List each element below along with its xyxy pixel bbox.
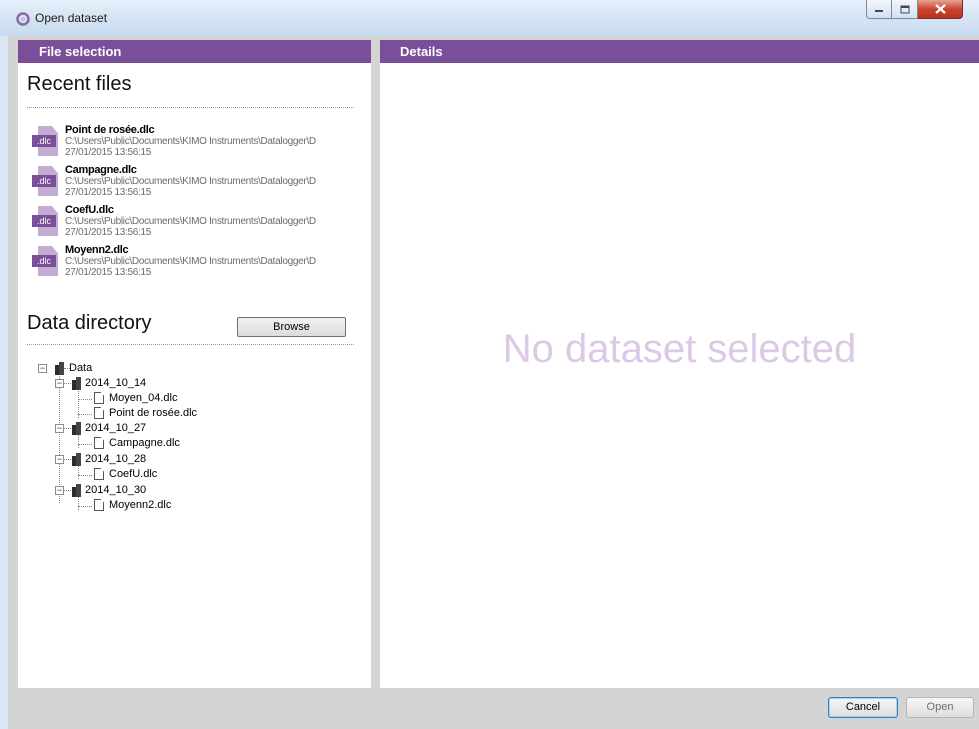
title-bar[interactable]: Open dataset bbox=[0, 0, 979, 36]
recent-file-path: C:\Users\Public\Documents\KIMO Instrumen… bbox=[65, 136, 316, 147]
file-selection-panel: File selection Recent files .dlc Point d… bbox=[18, 40, 371, 688]
close-icon bbox=[934, 4, 946, 14]
open-dataset-window: Open dataset File selection Recent files… bbox=[0, 0, 979, 729]
recent-files-divider bbox=[27, 107, 354, 108]
maximize-icon bbox=[900, 5, 909, 13]
collapse-icon[interactable]: − bbox=[38, 364, 47, 373]
recent-file-item[interactable]: .dlc CoefU.dlc C:\Users\Public\Documents… bbox=[32, 204, 362, 244]
maximize-button[interactable] bbox=[892, 0, 918, 19]
recent-file-name: Campagne.dlc bbox=[65, 164, 137, 176]
dlc-file-icon: .dlc bbox=[32, 246, 58, 276]
recent-files-title: Recent files bbox=[27, 73, 132, 95]
tree-node-file[interactable]: Campagne.dlc bbox=[78, 437, 238, 451]
tree-node-label: 2014_10_28 bbox=[85, 453, 147, 465]
recent-file-path: C:\Users\Public\Documents\KIMO Instrumen… bbox=[65, 216, 316, 227]
folder-icon bbox=[72, 453, 81, 466]
tree-node-file[interactable]: CoefU.dlc bbox=[78, 468, 238, 482]
file-icon bbox=[94, 499, 104, 511]
open-button[interactable]: Open bbox=[906, 697, 974, 718]
recent-file-path: C:\Users\Public\Documents\KIMO Instrumen… bbox=[65, 176, 316, 187]
tree-node-folder[interactable]: − 2014_10_30 bbox=[55, 484, 175, 498]
folder-icon bbox=[55, 362, 64, 375]
tree-node-root[interactable]: − Data bbox=[38, 362, 138, 376]
minimize-icon bbox=[875, 10, 883, 12]
tree-node-label: 2014_10_14 bbox=[85, 377, 147, 389]
tree-node-label: Moyenn2.dlc bbox=[109, 499, 172, 511]
tree-node-folder[interactable]: − 2014_10_28 bbox=[55, 453, 175, 467]
file-icon bbox=[94, 468, 104, 480]
recent-file-item[interactable]: .dlc Moyenn2.dlc C:\Users\Public\Documen… bbox=[32, 244, 362, 284]
details-panel: Details No dataset selected bbox=[380, 40, 979, 688]
data-directory-title: Data directory bbox=[27, 312, 152, 334]
tree-node-file[interactable]: Moyenn2.dlc bbox=[78, 499, 238, 513]
details-header: Details bbox=[380, 40, 979, 63]
window-title: Open dataset bbox=[35, 11, 108, 25]
collapse-icon[interactable]: − bbox=[55, 424, 64, 433]
collapse-icon[interactable]: − bbox=[55, 486, 64, 495]
recent-file-name: Moyenn2.dlc bbox=[65, 244, 129, 256]
tree-node-folder[interactable]: − 2014_10_14 bbox=[55, 377, 175, 391]
tree-node-folder[interactable]: − 2014_10_27 bbox=[55, 422, 175, 436]
folder-icon bbox=[72, 484, 81, 497]
collapse-icon[interactable]: − bbox=[55, 379, 64, 388]
recent-file-date: 27/01/2015 13:56:15 bbox=[65, 147, 152, 158]
minimize-button[interactable] bbox=[866, 0, 892, 19]
tree-node-label: CoefU.dlc bbox=[109, 468, 158, 480]
cancel-button[interactable]: Cancel bbox=[828, 697, 898, 718]
recent-file-name: CoefU.dlc bbox=[65, 204, 114, 216]
file-icon bbox=[94, 392, 104, 404]
file-selection-header: File selection bbox=[18, 40, 371, 63]
tree-node-label: Data bbox=[69, 362, 93, 374]
tree-node-label: 2014_10_27 bbox=[85, 422, 147, 434]
recent-file-path: C:\Users\Public\Documents\KIMO Instrumen… bbox=[65, 256, 316, 267]
dlc-file-icon: .dlc bbox=[32, 166, 58, 196]
tree-node-file[interactable]: Point de rosée.dlc bbox=[78, 407, 238, 421]
recent-file-name: Point de rosée.dlc bbox=[65, 124, 155, 136]
tree-node-label: Point de rosée.dlc bbox=[109, 407, 198, 419]
recent-file-item[interactable]: .dlc Point de rosée.dlc C:\Users\Public\… bbox=[32, 124, 362, 164]
recent-file-date: 27/01/2015 13:56:15 bbox=[65, 267, 152, 278]
folder-icon bbox=[72, 377, 81, 390]
close-button[interactable] bbox=[918, 0, 963, 19]
browse-button[interactable]: Browse bbox=[237, 317, 346, 337]
app-icon bbox=[16, 12, 30, 26]
folder-icon bbox=[72, 422, 81, 435]
tree-node-label: Campagne.dlc bbox=[109, 437, 180, 449]
empty-state-message: No dataset selected bbox=[502, 327, 857, 371]
file-icon bbox=[94, 437, 104, 449]
file-icon bbox=[94, 407, 104, 419]
recent-file-item[interactable]: .dlc Campagne.dlc C:\Users\Public\Docume… bbox=[32, 164, 362, 204]
recent-file-date: 27/01/2015 13:56:15 bbox=[65, 187, 152, 198]
data-directory-divider bbox=[27, 344, 354, 345]
dlc-file-icon: .dlc bbox=[32, 206, 58, 236]
tree-node-label: Moyen_04.dlc bbox=[109, 392, 178, 404]
tree-node-label: 2014_10_30 bbox=[85, 484, 147, 496]
collapse-icon[interactable]: − bbox=[55, 455, 64, 464]
client-area: File selection Recent files .dlc Point d… bbox=[8, 36, 979, 729]
recent-file-date: 27/01/2015 13:56:15 bbox=[65, 227, 152, 238]
dlc-file-icon: .dlc bbox=[32, 126, 58, 156]
tree-node-file[interactable]: Moyen_04.dlc bbox=[78, 392, 238, 406]
